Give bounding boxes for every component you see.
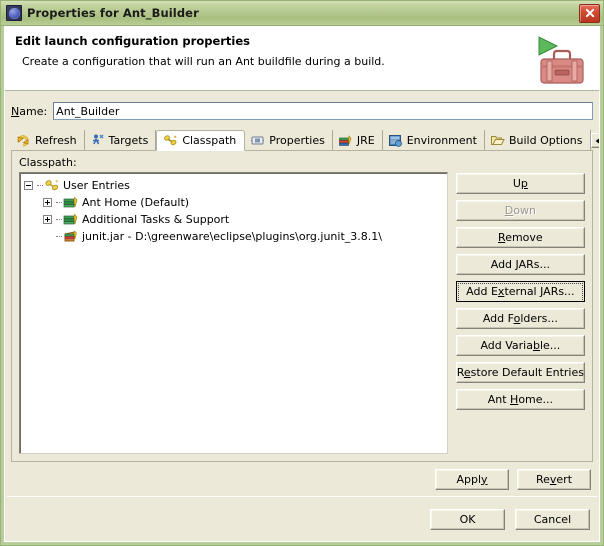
classpath-icon xyxy=(164,135,177,146)
name-input[interactable] xyxy=(53,102,593,120)
tree-connector xyxy=(37,185,43,186)
classpath-tab-page: Classpath: User Entries Ant Home (Defaul… xyxy=(11,150,593,462)
classpath-tree[interactable]: User Entries Ant Home (Default) Addition… xyxy=(19,172,448,454)
classpath-button-column: Up Down Remove Add JARs... Add External … xyxy=(455,172,585,454)
title-bar: Properties for Ant_Builder xyxy=(1,1,603,26)
targets-icon xyxy=(92,134,104,144)
ok-cancel-row: OK Cancel xyxy=(5,497,599,541)
environment-icon xyxy=(388,134,402,147)
add-variable-button[interactable]: Add Variable... xyxy=(455,335,585,356)
tab-targets[interactable]: Targets xyxy=(85,130,157,150)
ok-button[interactable]: OK xyxy=(430,508,505,530)
tree-item-label: Ant Home (Default) xyxy=(82,196,190,209)
tab-build-options[interactable]: Build Options xyxy=(485,130,591,150)
tab-refresh[interactable]: Refresh xyxy=(11,130,85,150)
tree-item-label: User Entries xyxy=(63,179,130,192)
refresh-icon xyxy=(17,134,29,146)
tree-item-label: junit.jar - D:\greenware\eclipse\plugins… xyxy=(82,230,382,243)
dialog-client-area: Edit launch configuration properties Cre… xyxy=(4,26,600,542)
revert-button[interactable]: Revert xyxy=(517,468,591,490)
window-title: Properties for Ant_Builder xyxy=(27,6,199,20)
add-external-jars-button[interactable]: Add External JARs... xyxy=(455,281,585,302)
expand-expander-icon[interactable] xyxy=(43,198,52,207)
apply-button[interactable]: Apply xyxy=(435,468,509,490)
cancel-button[interactable]: Cancel xyxy=(515,508,590,530)
page-title: Edit launch configuration properties xyxy=(15,34,251,48)
tab-label: Build Options xyxy=(508,133,583,147)
add-jars-button[interactable]: Add JARs... xyxy=(455,254,585,275)
tab-label: Classpath xyxy=(182,134,237,147)
collapse-expander-icon[interactable] xyxy=(24,181,33,190)
ant-toolbox-icon xyxy=(538,36,584,84)
tab-label: Targets xyxy=(108,133,149,147)
up-button[interactable]: Up xyxy=(455,173,585,194)
tree-item-label: Additional Tasks & Support xyxy=(82,213,230,226)
tab-scroll-buttons xyxy=(590,133,599,150)
tab-classpath[interactable]: Classpath xyxy=(156,130,246,151)
tab-label: Refresh xyxy=(35,133,77,147)
apply-revert-row: Apply Revert xyxy=(5,462,599,496)
properties-icon xyxy=(251,136,265,144)
ant-home-button[interactable]: Ant Home... xyxy=(455,389,585,410)
add-folders-button[interactable]: Add Folders... xyxy=(455,308,585,329)
tab-environment[interactable]: Environment xyxy=(383,130,485,150)
tree-item-additional-tasks[interactable]: Additional Tasks & Support xyxy=(24,211,445,228)
classpath-icon xyxy=(45,180,59,191)
expand-expander-icon[interactable] xyxy=(43,215,52,224)
name-label: Name: xyxy=(11,104,48,118)
tab-label: Environment xyxy=(406,133,477,147)
scroll-left-arrow-icon[interactable] xyxy=(590,133,599,148)
remove-button[interactable]: Remove xyxy=(455,227,585,248)
build-options-icon xyxy=(490,135,505,145)
tab-label: Properties xyxy=(269,133,325,147)
page-description: Create a configuration that will run an … xyxy=(22,55,385,68)
library-icon xyxy=(63,196,78,208)
header-banner: Edit launch configuration properties Cre… xyxy=(5,26,599,91)
restore-default-entries-button[interactable]: Restore Default Entries xyxy=(455,362,585,383)
tree-item-junit-jar[interactable]: junit.jar - D:\greenware\eclipse\plugins… xyxy=(24,228,445,245)
jre-icon xyxy=(339,134,352,146)
library-icon xyxy=(63,213,78,225)
globe-icon xyxy=(6,5,22,21)
tree-connector xyxy=(56,219,62,220)
tab-properties[interactable]: Properties xyxy=(245,130,333,150)
close-icon[interactable] xyxy=(579,3,600,23)
down-button: Down xyxy=(455,200,585,221)
tab-strip: Refresh Targets Classpath Properties JRE… xyxy=(5,128,599,151)
tree-connector xyxy=(56,236,62,237)
properties-dialog-window: Properties for Ant_Builder Edit launch c… xyxy=(0,0,604,546)
classpath-body: User Entries Ant Home (Default) Addition… xyxy=(19,172,585,454)
tree-item-ant-home[interactable]: Ant Home (Default) xyxy=(24,194,445,211)
tree-item-user-entries[interactable]: User Entries xyxy=(24,177,445,194)
name-row: Name: xyxy=(5,97,599,125)
jar-icon xyxy=(64,230,77,242)
classpath-label: Classpath: xyxy=(19,156,77,169)
tab-label: JRE xyxy=(356,133,375,147)
tab-jre[interactable]: JRE xyxy=(333,130,383,150)
tree-connector xyxy=(56,202,62,203)
